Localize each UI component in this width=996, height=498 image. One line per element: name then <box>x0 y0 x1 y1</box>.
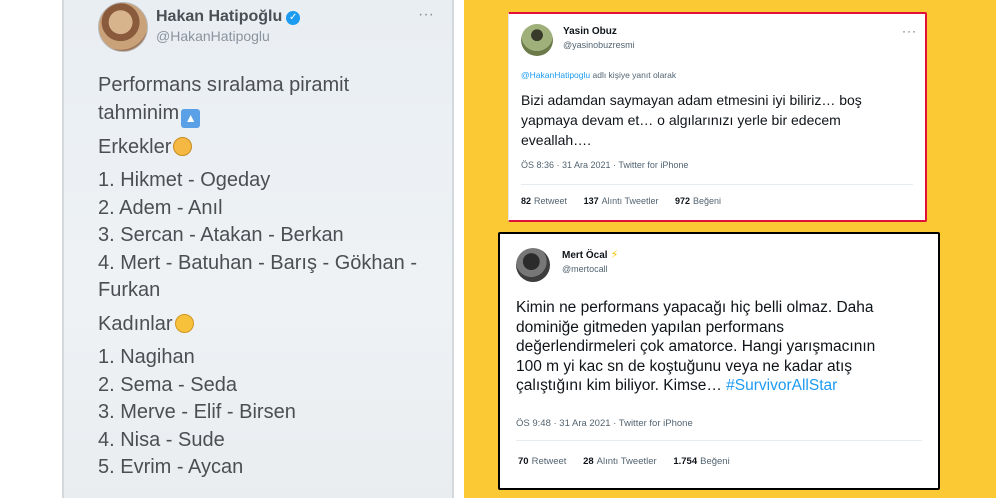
avatar[interactable] <box>98 2 148 52</box>
tweet-line: yapmaya devam et… o algılarınızı yerle b… <box>521 112 841 128</box>
hashtag-link[interactable]: #SurvivorAllStar <box>726 377 837 394</box>
tweet-text: Performans sıralama piramit tahminim ▲ Er… <box>98 72 443 482</box>
women-rank-1: 1. Nagihan <box>98 346 195 368</box>
women-rank-5: 5. Evrim - Aycan <box>98 456 244 478</box>
verified-badge-icon: ✓ <box>286 11 301 25</box>
avatar[interactable] <box>516 248 550 282</box>
tweet-header: Hakan Hatipoğlu ✓ @HakanHatipoglu ··· <box>64 0 452 58</box>
tweet-timestamp[interactable]: ÖS 9:48 · 31 Ara 2021 · Twitter for iPho… <box>516 418 693 429</box>
tweet-stats: 82 Retweet 137 Alıntı Tweetler 972 Beğeni <box>521 196 735 206</box>
tweet-line: Kimin ne performans yapacağı hiç belli o… <box>516 299 874 316</box>
author-name-text[interactable]: Mert Öcal <box>562 250 608 261</box>
women-heading-text: Kadınlar <box>98 312 173 335</box>
author-name[interactable]: Hakan Hatipoğlu ✓ <box>156 8 301 26</box>
woman-face-emoji-icon <box>174 313 194 333</box>
women-heading: Kadınlar <box>98 311 443 339</box>
tweet-line: eveallah…. <box>521 132 592 148</box>
tweet-line-text: çalıştığını kim biliyor. Kimse… <box>516 377 722 394</box>
more-options-icon[interactable]: ··· <box>902 24 917 38</box>
tweet-line: değerlendirmeleri çok amatorce. Hangi ya… <box>516 338 876 355</box>
men-heading: Erkekler <box>98 134 443 162</box>
men-rank-1: 1. Hikmet - Ogeday <box>98 169 271 191</box>
author-handle[interactable]: @yasinobuzresmi <box>563 40 635 50</box>
men-rank-3: 3. Sercan - Atakan - Berkan <box>98 224 344 246</box>
tweet-mert-card[interactable]: Mert Öcal ⚡ @mertocall Kimin ne performan… <box>498 232 940 490</box>
men-rank-4-cont: Furkan <box>98 279 161 301</box>
retweet-count[interactable]: 70 Retweet <box>518 456 566 467</box>
author-name[interactable]: Mert Öcal ⚡ <box>562 248 618 261</box>
reply-mention-link[interactable]: @HakanHatipoglu <box>521 70 590 80</box>
intro-line: Performans sıralama piramit <box>98 74 350 96</box>
author-handle[interactable]: @mertocall <box>562 264 608 274</box>
men-rank-2: 2. Adem - Anıl <box>98 196 223 219</box>
more-options-icon[interactable]: ··· <box>418 6 434 24</box>
tweet-text: Bizi adamdan saymayan adam etmesini iyi … <box>521 90 917 150</box>
retweet-count[interactable]: 82 Retweet <box>521 196 567 206</box>
women-rank-2: 2. Sema - Seda <box>98 373 237 396</box>
man-face-emoji-icon <box>173 136 193 156</box>
author-handle[interactable]: @HakanHatipoglu <box>156 28 270 44</box>
author-name-text[interactable]: Hakan Hatipoğlu <box>156 8 282 25</box>
tweet-line: 100 m yi kac sn de koştuğunu veya ne kad… <box>516 357 853 375</box>
reply-suffix: adlı kişiye yanıt olarak <box>590 70 677 80</box>
tweet-timestamp[interactable]: ÖS 8:36 · 31 Ara 2021 · Twitter for iPho… <box>521 160 688 170</box>
tweet-line-last: çalıştığını kim biliyor. Kimse… #Survivo… <box>516 376 934 396</box>
tweet-line: Bizi adamdan saymayan adam etmesini iyi … <box>521 92 862 108</box>
like-count[interactable]: 972 Beğeni <box>675 196 721 206</box>
men-heading-text: Erkekler <box>98 135 172 158</box>
tweet-text: Kimin ne performans yapacağı hiç belli o… <box>516 298 934 396</box>
tweet-line: dominiğe gitmeden yapılan performans <box>516 318 784 336</box>
quote-count[interactable]: 28 Alıntı Tweetler <box>583 456 657 467</box>
lightning-emoji-icon: ⚡ <box>610 249 619 261</box>
divider <box>516 440 922 441</box>
reply-context: @HakanHatipoglu adlı kişiye yanıt olarak <box>521 70 676 80</box>
tweet-stats: 70 Retweet 28 Alıntı Tweetler 1.754 Beğeni <box>518 456 744 467</box>
up-arrow-emoji-icon: ▲ <box>181 108 201 128</box>
divider <box>521 184 913 185</box>
author-name[interactable]: Yasin Obuz <box>563 26 617 37</box>
women-rank-4: 4. Nisa - Sude <box>98 428 225 451</box>
avatar[interactable] <box>521 24 553 56</box>
intro-text: tahminim <box>98 101 180 124</box>
women-rank-3: 3. Merve - Elif - Birsen <box>98 401 296 423</box>
quote-count[interactable]: 137 Alıntı Tweetler <box>584 196 659 206</box>
tweet-hakan-card[interactable]: Hakan Hatipoğlu ✓ @HakanHatipoglu ··· Per… <box>62 0 454 498</box>
tweet-yasin-card[interactable]: Yasin Obuz @yasinobuzresmi ··· @HakanHat… <box>508 12 927 222</box>
like-count[interactable]: 1.754 Beğeni <box>673 456 729 467</box>
men-rank-4: 4. Mert - Batuhan - Barış - Gökhan - <box>98 251 418 274</box>
intro-line-2: tahminim ▲ <box>98 100 443 128</box>
